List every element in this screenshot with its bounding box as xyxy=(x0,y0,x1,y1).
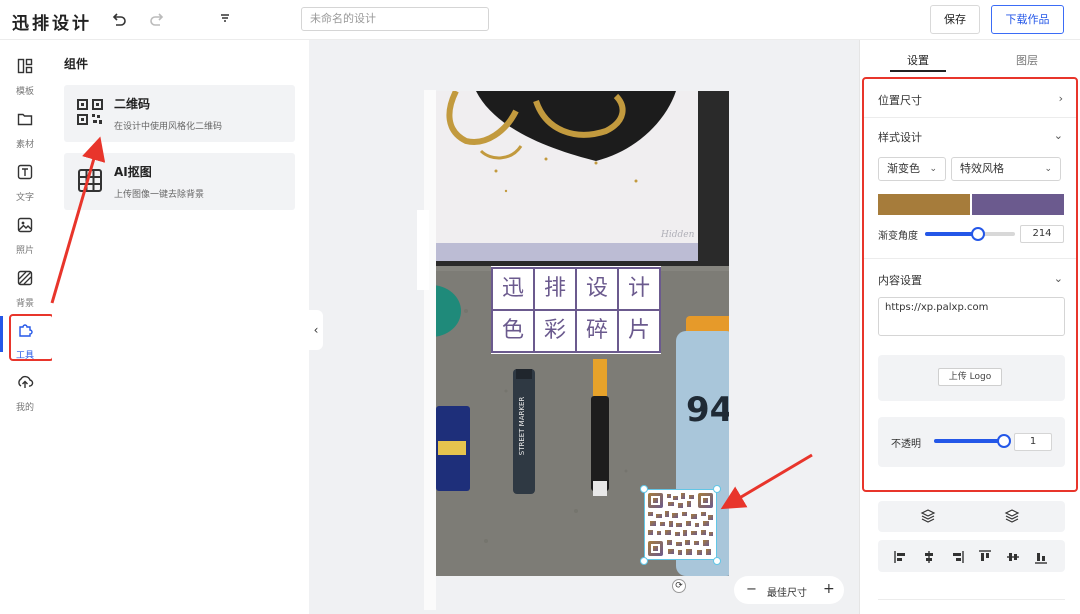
app-logo[interactable]: 迅排设计 xyxy=(12,9,92,34)
rotate-handle-icon[interactable]: ⟳ xyxy=(672,579,686,593)
component-panel-title: 组件 xyxy=(64,57,89,71)
nav-label: 文字 xyxy=(15,193,34,203)
align-bottom-icon[interactable] xyxy=(1034,549,1048,568)
ai-cutout-icon xyxy=(77,167,103,193)
align-menu-icon[interactable] xyxy=(214,9,236,31)
grid-char: 排 xyxy=(535,269,575,309)
layer-down-icon[interactable] xyxy=(920,508,936,528)
undo-icon[interactable] xyxy=(108,9,130,31)
layout-icon xyxy=(16,58,34,76)
save-button[interactable]: 保存 xyxy=(930,5,980,34)
component-card-qrcode[interactable]: 二维码 在设计中使用风格化二维码 xyxy=(64,85,295,142)
nav-item-photos[interactable]: 照片 xyxy=(0,209,50,259)
tab-settings[interactable]: 设置 xyxy=(907,52,929,68)
divider xyxy=(878,599,1065,600)
qrcode-icon xyxy=(77,99,103,125)
nav-item-text[interactable]: 文字 xyxy=(0,156,50,206)
align-right-icon[interactable] xyxy=(950,549,964,568)
zoom-in-button[interactable]: + xyxy=(823,581,835,597)
grid-char: 片 xyxy=(619,311,659,351)
nav-label: 照片 xyxy=(15,246,34,256)
nav-item-background[interactable]: 背景 xyxy=(0,262,50,312)
redo-icon[interactable] xyxy=(146,9,168,31)
component-desc: 在设计中使用风格化二维码 xyxy=(114,122,223,132)
text-icon xyxy=(16,164,34,182)
component-desc: 上传图像一键去除背景 xyxy=(114,190,205,200)
design-title-input[interactable]: 未命名的设计 xyxy=(301,7,489,31)
collapse-panel-button[interactable]: ‹ xyxy=(309,310,323,350)
zoom-control: − 最佳尺寸 + xyxy=(734,576,844,604)
grid-char: 设 xyxy=(577,269,617,309)
top-bar: 迅排设计 未命名的设计 保存 下载作品 xyxy=(0,0,1080,40)
align-left-icon[interactable] xyxy=(894,549,908,568)
qrcode-element[interactable] xyxy=(644,489,717,560)
highlight-box-settings xyxy=(862,77,1078,492)
layer-up-icon[interactable] xyxy=(1004,508,1020,528)
highlight-box-tools xyxy=(9,314,54,361)
nav-label: 素材 xyxy=(15,140,34,150)
component-card-ai-cutout[interactable]: AI抠图 上传图像一键去除背景 xyxy=(64,153,295,210)
component-name: 二维码 xyxy=(114,97,151,111)
cloud-upload-icon xyxy=(16,374,34,392)
svg-text:STREET MARKER: STREET MARKER xyxy=(518,397,526,456)
nav-active-indicator xyxy=(0,316,3,352)
zoom-label[interactable]: 最佳尺寸 xyxy=(767,584,807,599)
download-button[interactable]: 下载作品 xyxy=(991,5,1064,34)
svg-text:94: 94 xyxy=(686,390,729,430)
nav-item-mine[interactable]: 我的 xyxy=(0,366,50,416)
grid-char: 碎 xyxy=(577,311,617,351)
grid-char: 计 xyxy=(619,269,659,309)
component-panel: 组件 二维码 在设计中使用风格化二维码 AI抠图 上传图像一键去除背景 xyxy=(52,40,309,614)
nav-label: 我的 xyxy=(15,403,34,413)
component-name: AI抠图 xyxy=(114,165,152,179)
align-center-v-icon[interactable] xyxy=(1006,549,1020,568)
image-icon xyxy=(16,217,34,235)
nav-item-materials[interactable]: 素材 xyxy=(0,103,50,153)
svg-text:Hidden: Hidden xyxy=(660,230,695,240)
align-top-icon[interactable] xyxy=(978,549,992,568)
tab-layers[interactable]: 图层 xyxy=(1016,52,1038,68)
align-controls xyxy=(878,540,1065,572)
poster-title-grid[interactable]: 迅 排 设 计 色 彩 碎 片 xyxy=(491,267,661,353)
nav-item-templates[interactable]: 模板 xyxy=(0,50,50,100)
folder-icon xyxy=(16,111,34,129)
nav-label: 背景 xyxy=(15,299,34,309)
grid-char: 彩 xyxy=(535,311,575,351)
nav-label: 模板 xyxy=(15,87,34,97)
qrcode-image xyxy=(648,493,713,556)
zoom-out-button[interactable]: − xyxy=(746,582,757,597)
poster-canvas[interactable]: Hidden STREET MARKER 94 迅 排 设 计 色 彩 碎 片 xyxy=(436,91,729,576)
align-center-h-icon[interactable] xyxy=(922,549,936,568)
layer-order-controls xyxy=(878,501,1065,532)
grid-char: 迅 xyxy=(493,269,533,309)
grid-char: 色 xyxy=(493,311,533,351)
pattern-icon xyxy=(16,270,34,288)
tab-active-indicator xyxy=(890,70,946,72)
